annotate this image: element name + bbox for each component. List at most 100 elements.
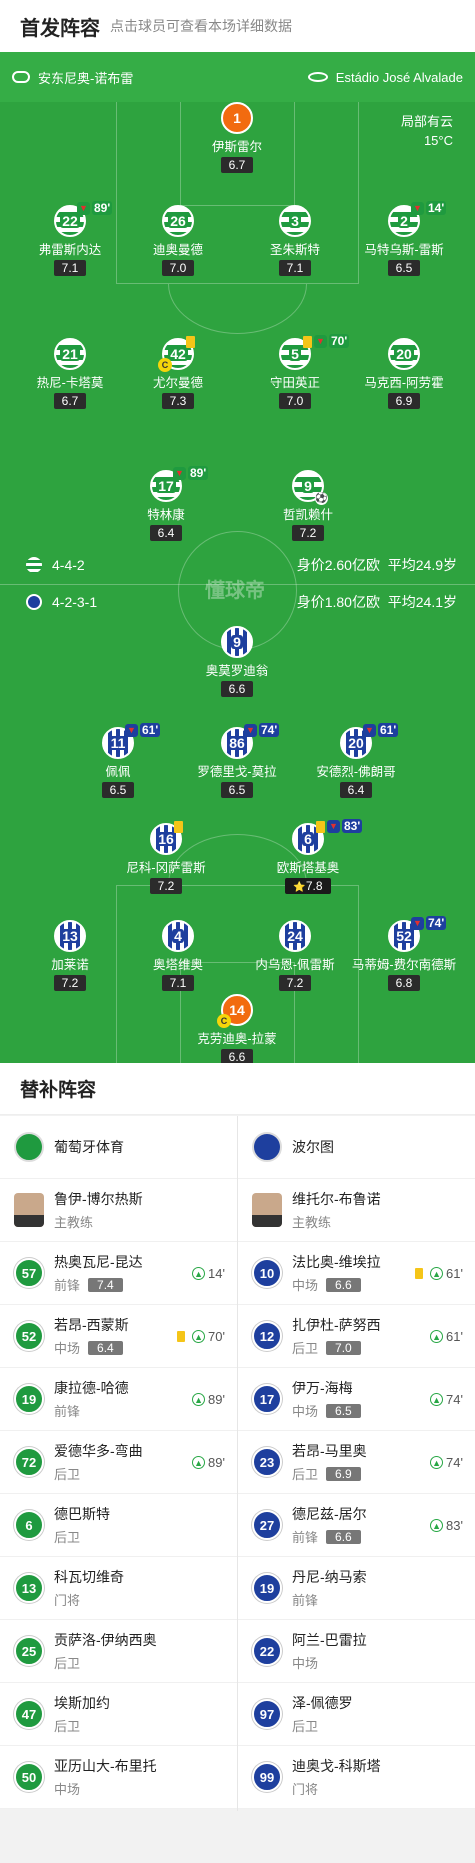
player-5[interactable]: 21 热尼-卡塔莫 6.7 xyxy=(15,338,125,410)
bench-player-name: 贡萨洛-伊纳西奥 xyxy=(54,1632,157,1648)
player-16[interactable]: 6 ▼ 83' 欧斯塔基奥 ⭐7.8 xyxy=(253,819,363,895)
page-header: 首发阵容 点击球员可查看本场详细数据 xyxy=(0,0,475,52)
bench-player[interactable]: 19 丹尼-纳马索 前锋 xyxy=(238,1557,475,1620)
player-rating: 6.5 xyxy=(101,782,135,798)
bench-player[interactable]: 72 爱德华多-弯曲 后卫 ▲ 89' xyxy=(0,1431,237,1494)
player-20[interactable]: 52 ▼ 74' 马蒂姆-费尔南德斯 6.8 xyxy=(349,916,459,992)
player-0[interactable]: 1 伊斯雷尔 6.7 xyxy=(182,102,292,174)
bench-player[interactable]: 47 埃斯加约 后卫 xyxy=(0,1683,237,1746)
sub-minute: 83' xyxy=(342,819,363,833)
player-7[interactable]: 5 ▼ 70' 守田英正 7.0 xyxy=(240,334,350,410)
player-17[interactable]: 13 加莱诺 7.2 xyxy=(15,920,125,992)
jersey-badge: 22 ▼ 89' xyxy=(54,201,113,237)
player-name: 哲凯赖什 xyxy=(282,508,333,522)
bench-player[interactable]: 10 法比奥-维埃拉 中场 6.6 ▲ 61' xyxy=(238,1242,475,1305)
sub-minute: 74' xyxy=(446,1392,463,1407)
player-10[interactable]: 9 ⚽ 哲凯赖什 7.2 xyxy=(253,470,363,542)
sub-on-indicator: ▲ 61' xyxy=(430,1329,463,1344)
bench-player[interactable]: 22 阿兰-巴雷拉 中场 xyxy=(238,1620,475,1683)
bench-player-name: 阿兰-巴雷拉 xyxy=(292,1632,367,1648)
player-rating: 7.1 xyxy=(278,260,312,276)
rating-value: 6.8 xyxy=(395,976,413,990)
bench-player-position: 中场 xyxy=(292,1404,319,1419)
bench-player[interactable]: 19 康拉德-哈德 前锋 ▲ 89' xyxy=(0,1368,237,1431)
rating-value: 6.6 xyxy=(228,682,246,696)
sub-off-indicator: ▼ 89' xyxy=(77,201,113,215)
jersey-number: 19 xyxy=(259,1580,275,1596)
bench-player-position: 后卫 xyxy=(292,1719,319,1734)
coach-row[interactable]: 维托尔-布鲁诺 主教练 xyxy=(238,1179,475,1242)
player-name: 热尼-卡塔莫 xyxy=(36,376,104,390)
bench-player[interactable]: 27 德尼兹-居尔 前锋 6.6 ▲ 83' xyxy=(238,1494,475,1557)
player-name: 马蒂姆-费尔南德斯 xyxy=(351,958,457,972)
jersey-number: 22 xyxy=(60,213,80,229)
player-11[interactable]: 9 奥莫罗迪翁 6.6 xyxy=(182,626,292,698)
jersey-badge: 52 ▼ 74' xyxy=(388,916,447,952)
rating-value: 6.5 xyxy=(109,783,127,797)
sub-off-icon: ▼ xyxy=(363,723,376,737)
player-13[interactable]: 86 ▼ 74' 罗德里戈-莫拉 6.5 xyxy=(182,723,292,799)
rating-value: 6.9 xyxy=(395,394,413,408)
bench-player-position: 门将 xyxy=(292,1782,319,1797)
bench-player[interactable]: 99 迪奥戈-科斯塔 门将 xyxy=(238,1746,475,1809)
yellow-card-icon xyxy=(316,821,325,833)
player-2[interactable]: 26 迪奥曼德 7.0 xyxy=(123,205,233,277)
player-19[interactable]: 24 内乌恩-佩雷斯 7.2 xyxy=(240,920,350,992)
bench-player-name: 埃斯加约 xyxy=(54,1695,110,1711)
bench-player[interactable]: 50 亚历山大-布里托 中场 xyxy=(0,1746,237,1809)
bench-player[interactable]: 57 热奥瓦尼-昆达 前锋 7.4 ▲ 14' xyxy=(0,1242,237,1305)
bench-player-rating: 6.6 xyxy=(326,1529,361,1544)
weather-desc: 局部有云 xyxy=(400,114,453,129)
rating-value: 7.8 xyxy=(305,879,323,893)
player-name: 欧斯塔基奥 xyxy=(276,861,340,875)
bench-player[interactable]: 23 若昂-马里奥 后卫 6.9 ▲ 74' xyxy=(238,1431,475,1494)
bench-player[interactable]: 97 泽-佩德罗 后卫 xyxy=(238,1683,475,1746)
sub-off-indicator: ▼ 74' xyxy=(244,723,280,737)
player-21[interactable]: 14 C 克劳迪奥-拉蒙 6.6 xyxy=(182,994,292,1066)
bench-player[interactable]: 13 科瓦切维奇 门将 xyxy=(0,1557,237,1620)
player-rating: 7.0 xyxy=(278,393,312,409)
sub-off-icon: ▼ xyxy=(327,819,340,833)
player-name: 伊斯雷尔 xyxy=(211,140,262,154)
player-15[interactable]: 16 尼科-冈萨雷斯 7.2 xyxy=(111,821,221,895)
player-14[interactable]: 20 ▼ 61' 安德烈-佛朗哥 6.4 xyxy=(301,723,411,799)
player-18[interactable]: 4 奥塔维奥 7.1 xyxy=(123,920,233,992)
bench-player[interactable]: 17 伊万-海梅 中场 6.5 ▲ 74' xyxy=(238,1368,475,1431)
rating-value: 7.0 xyxy=(169,261,187,275)
coach-name: 鲁伊-博尔热斯 xyxy=(54,1191,143,1207)
player-3[interactable]: 3 圣朱斯特 7.1 xyxy=(240,205,350,277)
jersey-badge: 16 xyxy=(150,821,183,855)
player-9[interactable]: 17 ▼ 89' 特林康 6.4 xyxy=(111,466,221,542)
jersey-number: 20 xyxy=(394,346,414,362)
away-value: 身价1.80亿欧 xyxy=(296,594,380,610)
sub-on-indicator: ▲ 83' xyxy=(430,1518,463,1533)
bench-player[interactable]: 25 贡萨洛-伊纳西奥 后卫 xyxy=(0,1620,237,1683)
rating-value: 7.2 xyxy=(299,526,317,540)
match-info-bar: 安东尼奥-诺布雷 Estádio José Alvalade xyxy=(0,52,475,102)
bench-player-position: 中场 xyxy=(54,1782,81,1797)
player-1[interactable]: 22 ▼ 89' 弗雷斯内达 7.1 xyxy=(15,201,125,277)
coach-avatar xyxy=(252,1193,282,1227)
weather: 局部有云 15°C xyxy=(401,112,453,150)
sub-minute: 83' xyxy=(446,1518,463,1533)
player-6[interactable]: 42 C 尤尔曼德 7.3 xyxy=(123,336,233,410)
bench-team-name: 波尔图 xyxy=(292,1139,334,1155)
bench-player-position: 前锋 xyxy=(54,1404,81,1419)
player-12[interactable]: 11 ▼ 61' 佩佩 6.5 xyxy=(63,723,173,799)
jersey-badge: 86 ▼ 74' xyxy=(221,723,280,759)
jersey-badge: 72 xyxy=(14,1447,44,1477)
player-name: 尤尔曼德 xyxy=(152,376,203,390)
bench-player[interactable]: 12 扎伊杜-萨努西 后卫 7.0 ▲ 61' xyxy=(238,1305,475,1368)
jersey-badge: 25 xyxy=(14,1636,44,1666)
player-4[interactable]: 2 ▼ 14' 马特乌斯-雷斯 6.5 xyxy=(349,201,459,277)
jersey-number: 3 xyxy=(289,213,301,229)
bench-player-rating: 6.4 xyxy=(88,1340,123,1355)
jersey-number: 5 xyxy=(289,346,301,362)
bench-player[interactable]: 52 若昂-西蒙斯 中场 6.4 ▲ 70' xyxy=(0,1305,237,1368)
bench-player[interactable]: 6 德巴斯特 后卫 xyxy=(0,1494,237,1557)
jersey-number: 47 xyxy=(21,1706,37,1722)
jersey-badge: 6 xyxy=(14,1510,44,1540)
coach-row[interactable]: 鲁伊-博尔热斯 主教练 xyxy=(0,1179,237,1242)
sub-minute: 70' xyxy=(208,1329,225,1344)
player-8[interactable]: 20 马克西-阿劳霍 6.9 xyxy=(349,338,459,410)
